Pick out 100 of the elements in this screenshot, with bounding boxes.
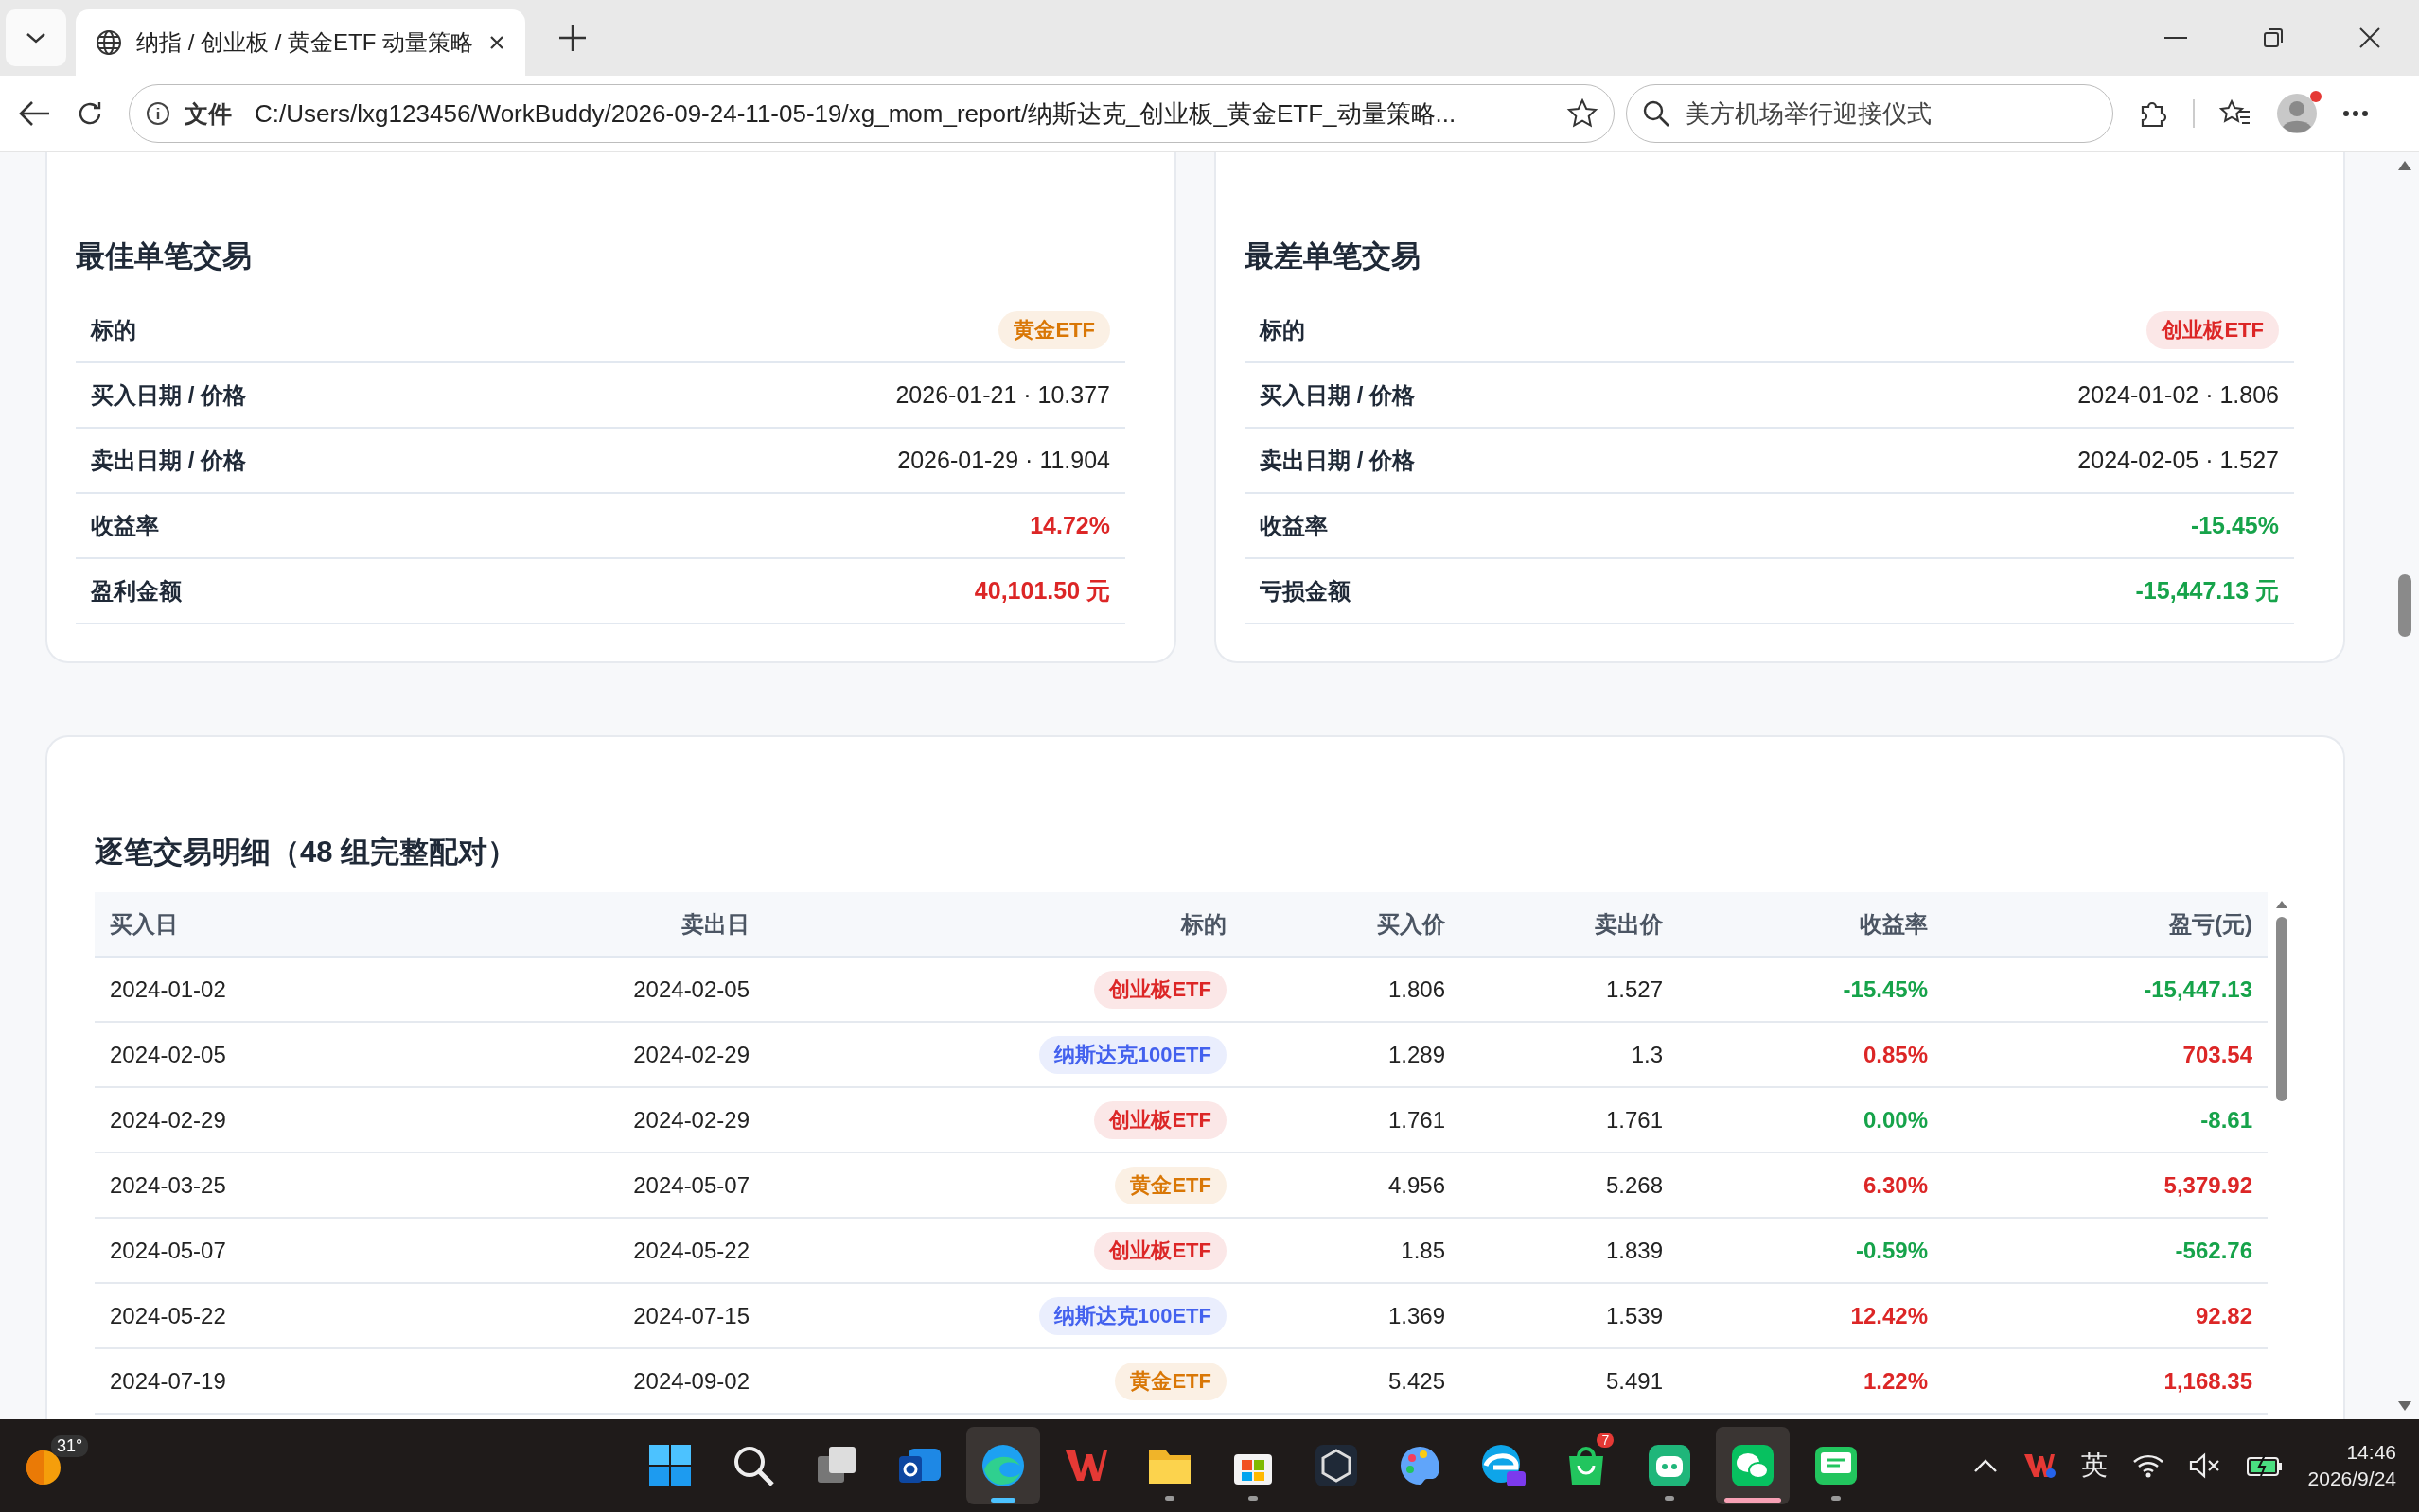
- muted-speaker-icon[interactable]: [2188, 1452, 2221, 1479]
- browser-tab[interactable]: 纳指 / 创业板 / 黄金ETF 动量策略: [76, 9, 525, 76]
- field-label: 收益率: [1260, 511, 1328, 540]
- card-title: 逐笔交易明细（48 组完整配对）: [95, 835, 519, 870]
- asset-tag: 黄金ETF: [1115, 1362, 1227, 1400]
- scrollbar-thumb[interactable]: [2398, 574, 2411, 637]
- table-cell: 2024-02-29: [426, 1022, 765, 1087]
- new-tab-icon[interactable]: [557, 23, 588, 53]
- table-cell: 2024-05-07: [95, 1218, 426, 1283]
- scroll-up-icon[interactable]: [2397, 160, 2412, 171]
- field-label: 收益率: [91, 511, 159, 540]
- column-header: 标的: [765, 892, 1242, 957]
- table-cell: 12.42%: [1678, 1283, 1943, 1348]
- table-cell: 4.956: [1242, 1152, 1460, 1218]
- table-cell: 2024-07-19: [95, 1348, 426, 1414]
- clock-time[interactable]: 14:46: [2346, 1439, 2396, 1466]
- chat-icon[interactable]: [1716, 1427, 1791, 1504]
- column-header: 买入价: [1242, 892, 1460, 957]
- temperature-badge: 31°: [51, 1435, 89, 1457]
- asset-tag: 创业板ETF: [1094, 970, 1227, 1009]
- wifi-icon[interactable]: [2131, 1452, 2164, 1479]
- table-cell: 1.539: [1460, 1283, 1678, 1348]
- globe-icon: [95, 28, 123, 57]
- column-header: 卖出价: [1460, 892, 1678, 957]
- field-label: 买入日期 / 价格: [1260, 380, 1415, 410]
- table-cell: 2024-02-05: [95, 1022, 426, 1087]
- restore-icon[interactable]: [2263, 27, 2284, 48]
- card-title: 最差单笔交易: [1245, 238, 1421, 274]
- scrollbar-thumb[interactable]: [2276, 917, 2287, 1101]
- field-value: 2024-01-02 · 1.806: [2077, 381, 2279, 409]
- table-cell: 6.30%: [1678, 1152, 1943, 1218]
- table-cell: 1.289: [1242, 1022, 1460, 1087]
- table-cell: 1.761: [1460, 1087, 1678, 1152]
- table-cell: 92.82: [1943, 1283, 2268, 1348]
- clock-date[interactable]: 2026/9/24: [2307, 1466, 2396, 1492]
- minimize-icon[interactable]: [2164, 36, 2187, 40]
- table-cell: 1.839: [1460, 1218, 1678, 1283]
- asset-tag: 创业板ETF: [2146, 310, 2279, 349]
- table-cell: 2024-02-05: [426, 957, 765, 1022]
- field-value: -15,447.13 元: [2135, 576, 2279, 606]
- table-cell: 0.00%: [1678, 1087, 1943, 1152]
- asset-tag: 创业板ETF: [1094, 1100, 1227, 1139]
- profile-avatar-icon[interactable]: [2276, 93, 2318, 134]
- table-cell: -15.45%: [1678, 957, 1943, 1022]
- table-cell: -562.76: [1943, 1218, 2268, 1283]
- table-cell: 1.369: [1242, 1283, 1460, 1348]
- table-cell: 0.85%: [1678, 1022, 1943, 1087]
- column-header: 买入日: [95, 892, 426, 957]
- table-cell: 1.806: [1242, 957, 1460, 1022]
- table-cell: 2024-09-02: [426, 1348, 765, 1414]
- chevron-up-icon[interactable]: [1972, 1458, 1998, 1473]
- close-icon[interactable]: [2359, 27, 2380, 48]
- table-cell: 2024-05-22: [95, 1283, 426, 1348]
- table-cell: 1,168.35: [1943, 1348, 2268, 1414]
- back-icon[interactable]: [19, 100, 51, 127]
- table-cell: 5.268: [1460, 1152, 1678, 1218]
- table-cell: 2024-01-02: [95, 957, 426, 1022]
- table-cell: 5.425: [1242, 1348, 1460, 1414]
- table-cell: 1.85: [1242, 1218, 1460, 1283]
- table-cell: 703.54: [1943, 1022, 2268, 1087]
- column-header: 卖出日: [426, 892, 765, 957]
- caret-down-icon: [25, 31, 47, 44]
- star-icon[interactable]: [1566, 97, 1598, 130]
- asset-tag: 黄金ETF: [998, 310, 1110, 349]
- field-label: 标的: [1260, 315, 1305, 344]
- asset-tag: 纳斯达克100ETF: [1038, 1035, 1227, 1074]
- table-cell: 1.761: [1242, 1087, 1460, 1152]
- field-label: 卖出日期 / 价格: [1260, 446, 1415, 475]
- input-method-indicator[interactable]: 英: [2080, 1448, 2108, 1484]
- file-label: 文件: [185, 98, 232, 129]
- asset-tag: 纳斯达克100ETF: [1038, 1296, 1227, 1335]
- scroll-down-icon[interactable]: [2397, 1400, 2412, 1412]
- field-value: 14.72%: [1030, 512, 1110, 539]
- table-cell: 5.491: [1460, 1348, 1678, 1414]
- table-cell: 2024-05-07: [426, 1152, 765, 1218]
- field-label: 买入日期 / 价格: [91, 380, 246, 410]
- field-value: -15.45%: [2190, 512, 2279, 539]
- info-icon[interactable]: [145, 100, 171, 127]
- table-cell: 1.22%: [1678, 1348, 1943, 1414]
- table-cell: 2024-02-29: [95, 1087, 426, 1152]
- notification-dot-icon: [2310, 91, 2322, 102]
- table-cell: 1.3: [1460, 1022, 1678, 1087]
- field-value: 2026-01-21 · 10.377: [895, 381, 1110, 409]
- table-cell: 2024-05-22: [426, 1218, 765, 1283]
- column-header: 收益率: [1678, 892, 1943, 957]
- field-value: 40,101.50 元: [974, 576, 1110, 606]
- table-cell: 5,379.92: [1943, 1152, 2268, 1218]
- url-text: C:/Users/lxg123456/WorkBuddy/2026-09-24-11-05-19/xg_mom_report/纳斯达克_创业板_黄金ETF_动量策略...: [255, 97, 1457, 130]
- battery-charging-icon[interactable]: [2245, 1453, 2284, 1478]
- browser-icon[interactable]: [966, 1427, 1041, 1504]
- table-cell: 2024-03-25: [95, 1152, 426, 1218]
- column-header: 盈亏(元): [1943, 892, 2268, 957]
- field-value: 2026-01-29 · 11.904: [897, 447, 1110, 474]
- table-cell: 1.527: [1460, 957, 1678, 1022]
- menu-icon[interactable]: [2342, 110, 2369, 117]
- field-label: 盈利金额: [91, 576, 182, 606]
- table-cell: -0.59%: [1678, 1218, 1943, 1283]
- search-icon: [1642, 99, 1670, 128]
- scroll-up-icon[interactable]: [2275, 900, 2288, 909]
- asset-tag: 创业板ETF: [1094, 1231, 1227, 1270]
